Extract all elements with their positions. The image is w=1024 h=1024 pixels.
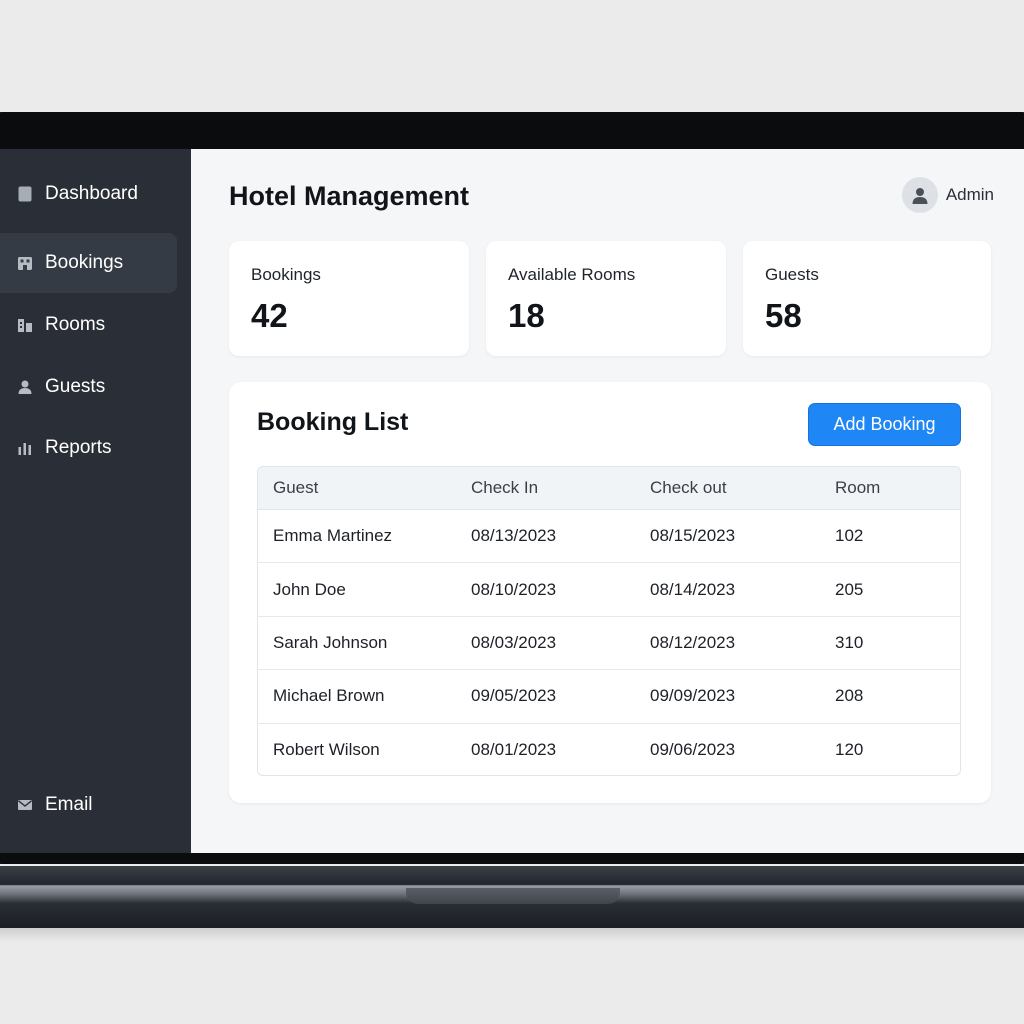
sidebar-item-bookings[interactable]: Bookings <box>0 233 177 293</box>
sidebar-item-label: Guests <box>45 376 106 397</box>
sidebar-item-label: Dashboard <box>45 183 138 204</box>
check-out-cell: 09/09/2023 <box>650 686 736 706</box>
check-out-cell: 08/14/2023 <box>650 579 736 599</box>
main-content: Hotel Management Admin Bookings 42 Avail… <box>191 149 1024 853</box>
laptop-shadow <box>0 928 1024 942</box>
dashboard-icon <box>17 186 33 202</box>
table-row[interactable]: Emma Martinez 08/13/2023 08/15/2023 102 <box>258 510 960 564</box>
rooms-icon <box>17 317 33 333</box>
check-out-cell: 08/12/2023 <box>650 632 736 652</box>
sidebar-item-guests[interactable]: Guests <box>0 357 177 417</box>
column-header-guest[interactable]: Guest <box>273 467 318 509</box>
sidebar-item-label: Bookings <box>45 252 124 273</box>
sidebar: Dashboard Bookings Rooms Guests Reports … <box>0 149 191 853</box>
booking-list-card: Booking List Add Booking Guest Check In … <box>229 382 991 803</box>
sidebar-item-label: Email <box>45 794 93 815</box>
stat-label: Available Rooms <box>508 265 636 284</box>
table-row[interactable]: Sarah Johnson 08/03/2023 08/12/2023 310 <box>258 617 960 671</box>
sidebar-item-label: Rooms <box>45 314 106 335</box>
check-in-cell: 08/03/2023 <box>471 632 557 652</box>
booking-table: Guest Check In Check out Room Emma Marti… <box>257 466 961 776</box>
building-icon <box>17 255 33 271</box>
stat-card-available-rooms: Available Rooms 18 <box>486 241 726 356</box>
booking-list-title: Booking List <box>257 408 409 436</box>
room-cell: 102 <box>835 526 864 546</box>
check-in-cell: 08/01/2023 <box>471 740 557 760</box>
column-header-check-in[interactable]: Check In <box>471 467 538 509</box>
column-header-room[interactable]: Room <box>835 467 880 509</box>
check-in-cell: 08/13/2023 <box>471 526 557 546</box>
sidebar-item-label: Reports <box>45 437 112 458</box>
user-menu[interactable]: Admin <box>901 177 994 213</box>
sidebar-item-rooms[interactable]: Rooms <box>0 295 177 355</box>
person-icon <box>17 379 33 395</box>
guest-cell: Sarah Johnson <box>273 632 388 652</box>
sidebar-item-dashboard[interactable]: Dashboard <box>0 164 177 224</box>
laptop-notch <box>406 888 620 904</box>
stat-value: 18 <box>508 297 545 334</box>
guest-cell: Robert Wilson <box>273 740 380 760</box>
check-out-cell: 09/06/2023 <box>650 740 736 760</box>
sidebar-item-email[interactable]: Email <box>0 775 177 835</box>
table-row[interactable]: Robert Wilson 08/01/2023 09/06/2023 120 <box>258 724 960 775</box>
stat-card-guests: Guests 58 <box>743 241 991 356</box>
user-avatar-icon <box>901 177 938 213</box>
column-header-check-out[interactable]: Check out <box>650 467 727 509</box>
table-row[interactable]: Michael Brown 09/05/2023 09/09/2023 208 <box>258 670 960 724</box>
user-name: Admin <box>945 185 994 204</box>
stat-value: 42 <box>251 297 288 334</box>
guest-cell: John Doe <box>273 579 346 599</box>
check-in-cell: 08/10/2023 <box>471 579 557 599</box>
room-cell: 310 <box>835 632 864 652</box>
check-out-cell: 08/15/2023 <box>650 526 736 546</box>
room-cell: 205 <box>835 579 864 599</box>
screen: Dashboard Bookings Rooms Guests Reports … <box>0 149 1024 853</box>
table-row[interactable]: John Doe 08/10/2023 08/14/2023 205 <box>258 563 960 617</box>
room-cell: 208 <box>835 686 864 706</box>
stat-value: 58 <box>765 297 802 334</box>
guest-cell: Emma Martinez <box>273 526 393 546</box>
mail-icon <box>17 797 33 813</box>
add-booking-button[interactable]: Add Booking <box>808 403 961 446</box>
check-in-cell: 09/05/2023 <box>471 686 557 706</box>
stat-card-bookings: Bookings 42 <box>229 241 469 356</box>
room-cell: 120 <box>835 740 864 760</box>
guest-cell: Michael Brown <box>273 686 385 706</box>
stat-label: Bookings <box>251 265 321 284</box>
bar-chart-icon <box>17 440 33 456</box>
sidebar-item-reports[interactable]: Reports <box>0 418 177 478</box>
page-title: Hotel Management <box>229 181 470 211</box>
table-header: Guest Check In Check out Room <box>258 467 960 510</box>
stat-label: Guests <box>765 265 819 284</box>
